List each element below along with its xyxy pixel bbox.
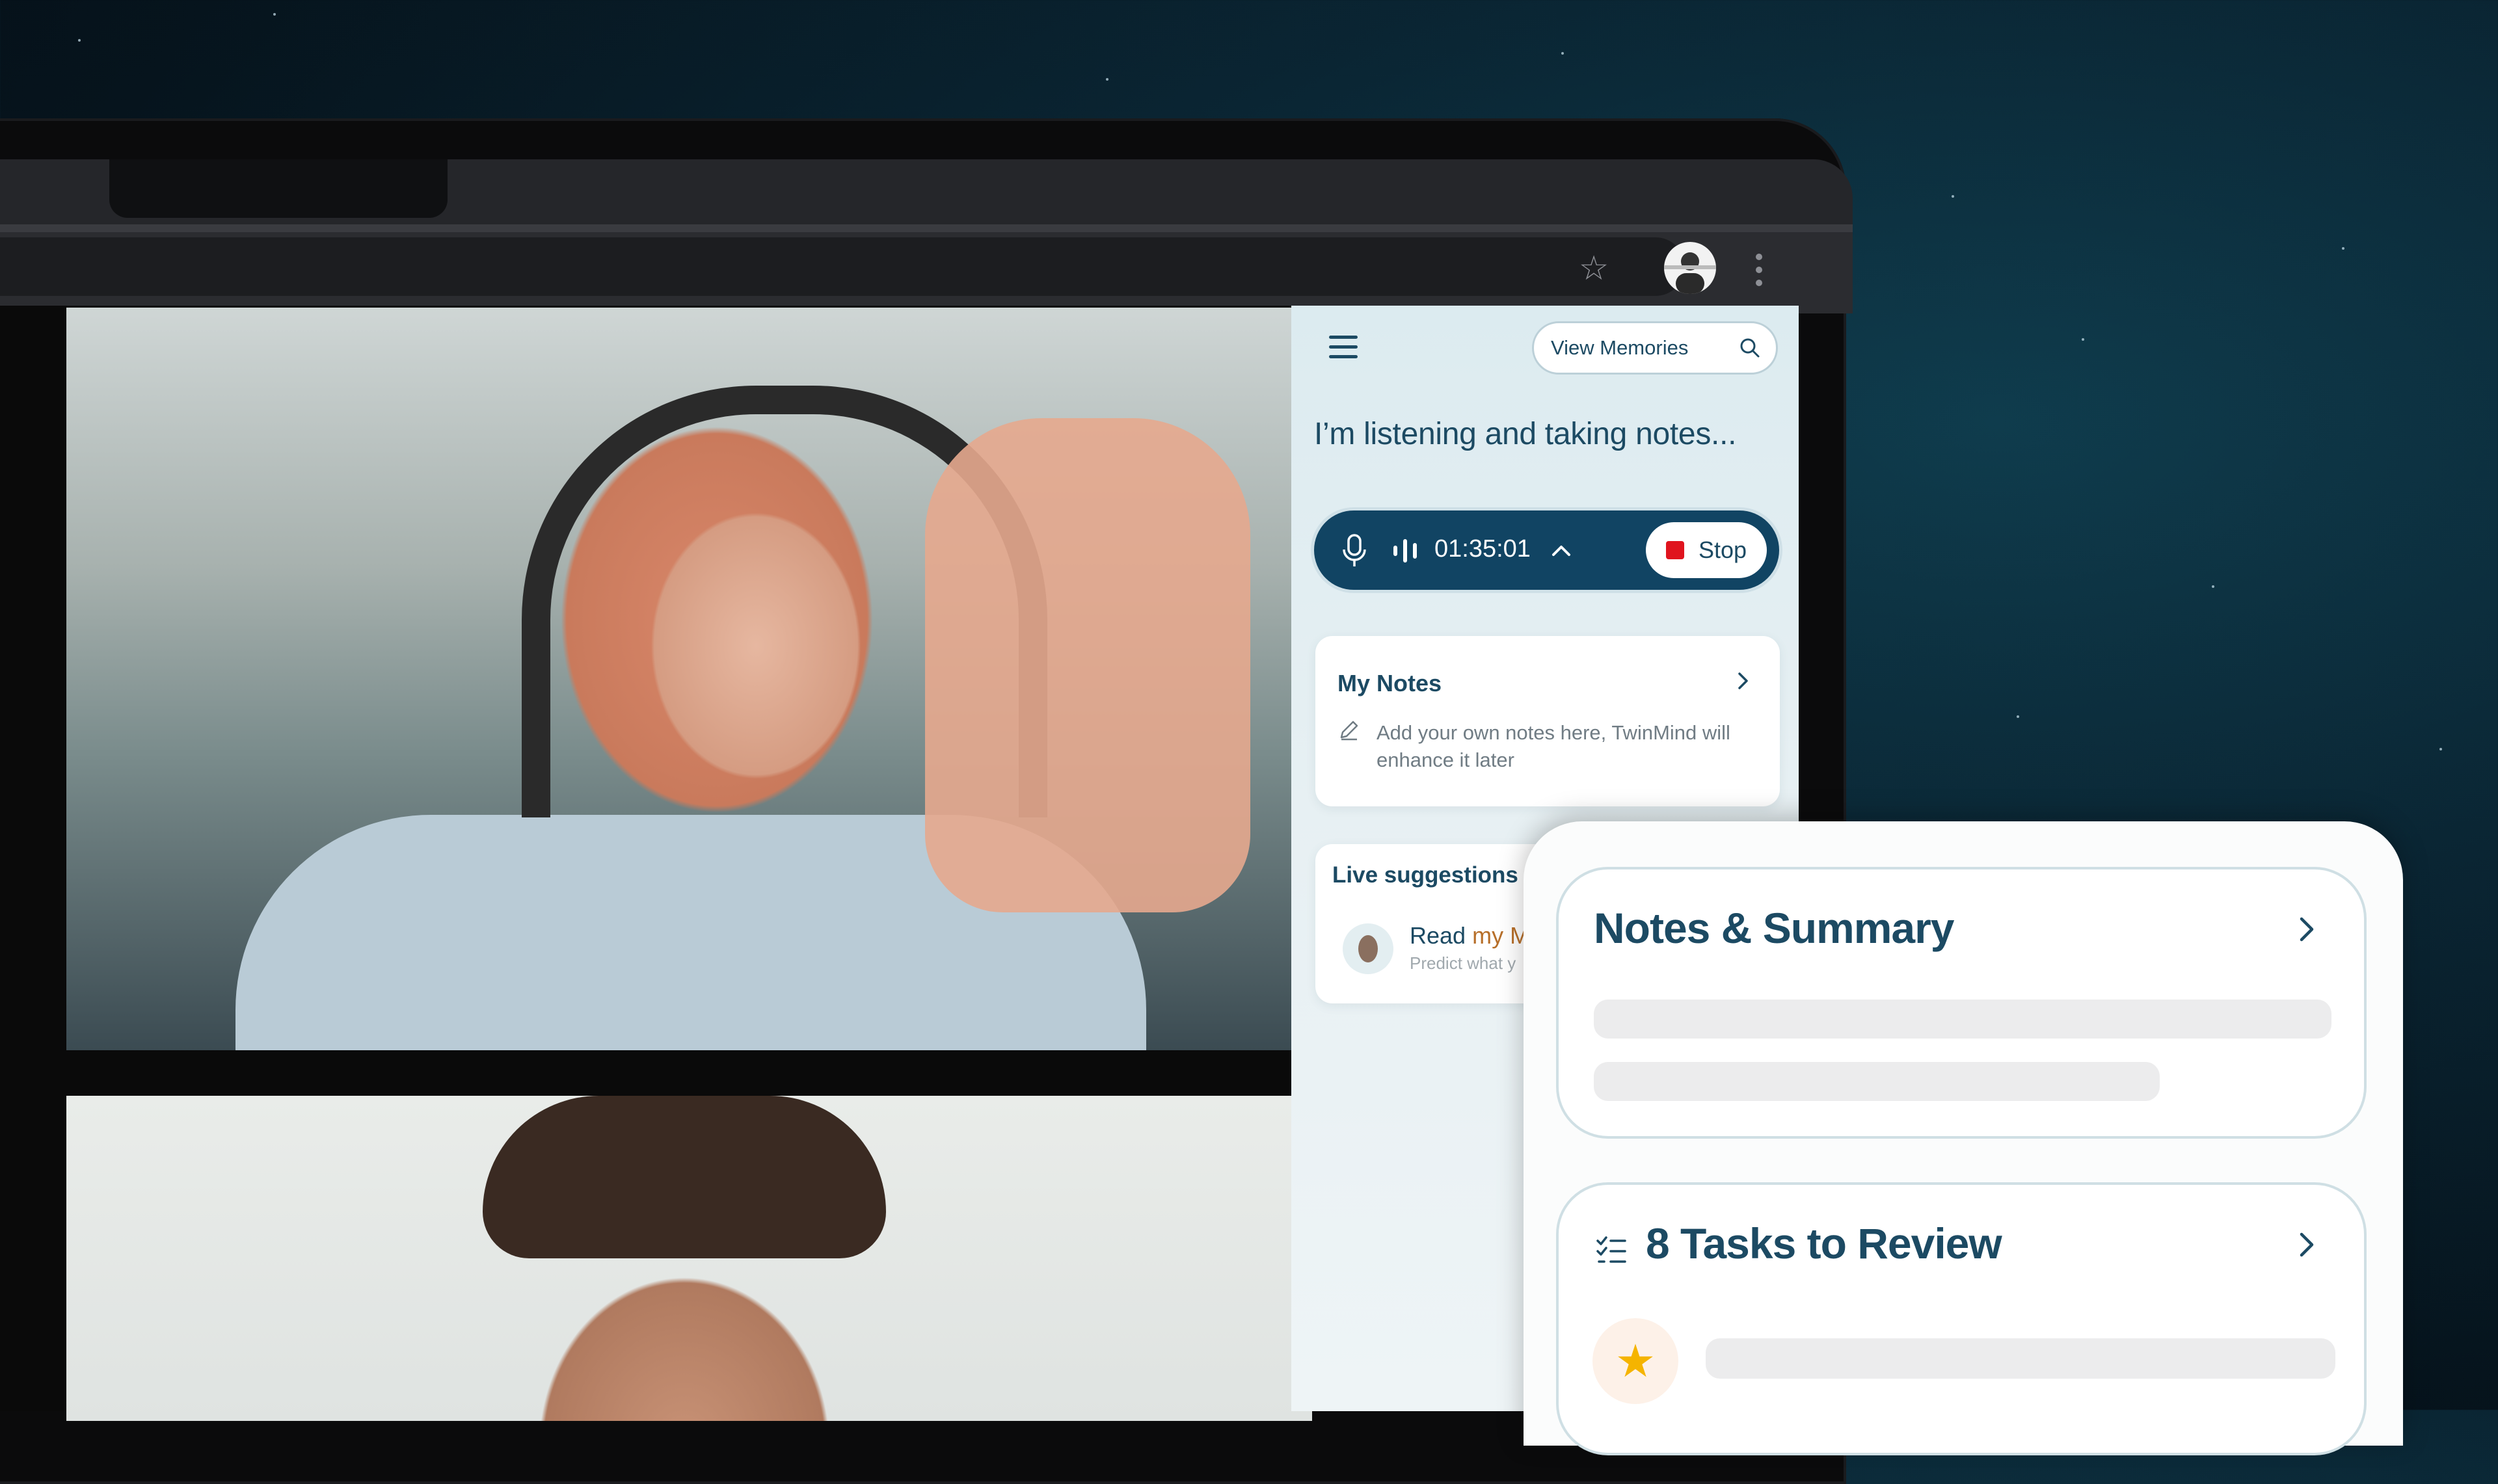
address-bar[interactable] <box>0 237 1685 296</box>
stop-icon <box>1665 541 1684 559</box>
camera-notch <box>109 159 448 218</box>
video-tile-participant-1 <box>66 308 1312 1050</box>
pencil-icon <box>1340 721 1358 741</box>
suggestion-accent: my M <box>1472 922 1530 949</box>
audio-level-icon <box>1393 539 1417 563</box>
live-suggestions-title: Live suggestions <box>1332 862 1518 888</box>
view-memories-button[interactable]: View Memories <box>1532 321 1778 375</box>
search-icon <box>1740 338 1760 358</box>
star-icon: ★ <box>1592 1318 1678 1404</box>
suggestion-prefix: Read <box>1410 922 1473 949</box>
hamburger-menu-icon[interactable] <box>1329 336 1358 359</box>
stop-label: Stop <box>1698 537 1747 563</box>
loading-placeholder <box>1594 1000 2331 1039</box>
chevron-right-icon[interactable] <box>1732 670 1754 692</box>
profile-avatar[interactable] <box>1664 242 1716 294</box>
stop-recording-button[interactable]: Stop <box>1646 522 1767 578</box>
tasks-review-card[interactable]: 8 Tasks to Review ★ <box>1556 1182 2367 1455</box>
my-notes-title: My Notes <box>1337 670 1442 696</box>
notes-summary-card[interactable]: Notes & Summary <box>1556 867 2367 1139</box>
chevron-up-icon[interactable] <box>1548 538 1574 564</box>
my-notes-hint: Add your own notes here, TwinMind will e… <box>1377 721 1730 771</box>
video-tile-participant-2 <box>66 1096 1312 1421</box>
suggestion-subtitle: Predict what y <box>1410 953 1516 973</box>
loading-placeholder <box>1706 1338 2335 1379</box>
suggestion-avatar <box>1343 923 1393 974</box>
my-notes-card[interactable]: My Notes Add your own notes here, TwinMi… <box>1315 636 1780 806</box>
bookmark-star-icon[interactable]: ☆ <box>1574 249 1613 288</box>
view-memories-label: View Memories <box>1551 336 1689 359</box>
recording-timer: 01:35:01 <box>1434 535 1531 563</box>
suggestion-title[interactable]: Read my M <box>1410 922 1529 949</box>
checklist-icon <box>1596 1236 1626 1263</box>
chevron-right-icon[interactable] <box>2291 1229 2322 1260</box>
notes-summary-title: Notes & Summary <box>1594 904 1955 952</box>
loading-placeholder <box>1594 1062 2160 1101</box>
chevron-right-icon[interactable] <box>2291 914 2322 945</box>
tasks-review-title: 8 Tasks to Review <box>1646 1219 2002 1267</box>
microphone-icon[interactable] <box>1340 534 1369 568</box>
listening-status-text: I’m listening and taking notes... <box>1314 417 1737 451</box>
browser-menu-icon[interactable] <box>1754 254 1764 287</box>
